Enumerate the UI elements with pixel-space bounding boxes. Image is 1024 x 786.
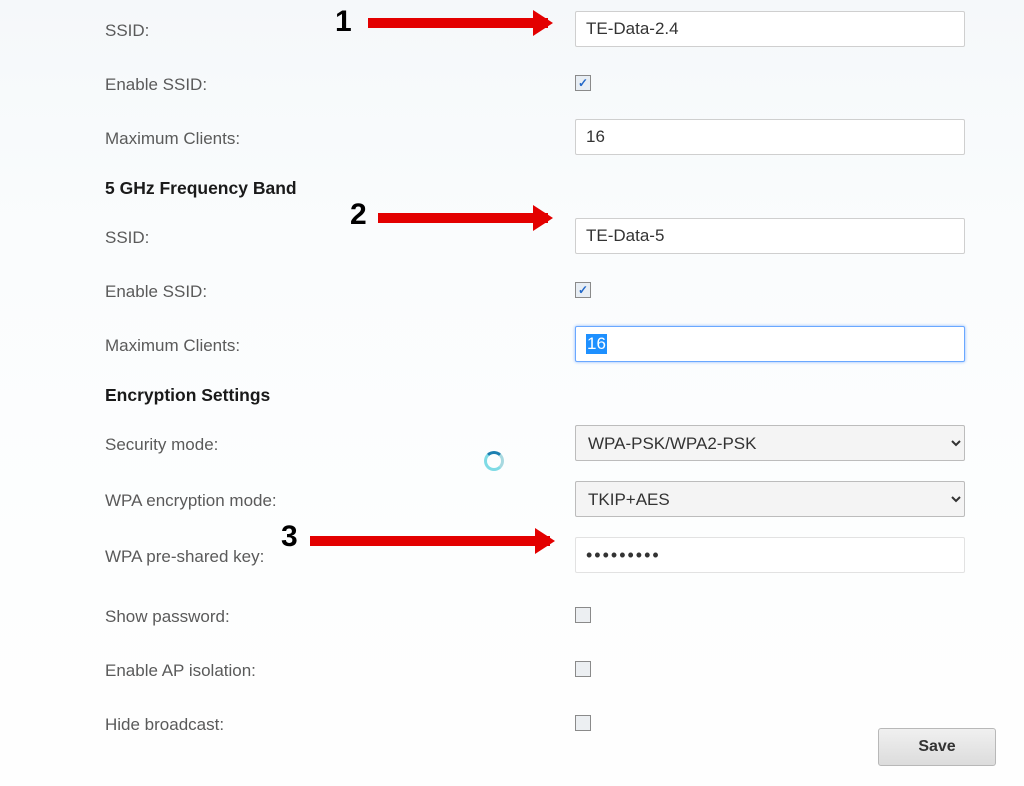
wpa-mode-select[interactable]: TKIP+AES	[575, 481, 965, 517]
psk-label: WPA pre-shared key:	[105, 543, 575, 567]
psk-masked-value: •••••••••	[586, 545, 661, 566]
max-clients-5-input[interactable]: 16	[575, 326, 965, 362]
max-clients-24-input[interactable]	[575, 119, 965, 155]
loading-spinner-icon	[484, 451, 504, 471]
enable-ssid-24-checkbox[interactable]: ✓	[575, 75, 591, 91]
annotation-number-1: 1	[335, 5, 352, 39]
annotation-number-3: 3	[281, 520, 298, 554]
ssid-5-input[interactable]	[575, 218, 965, 254]
band5-header: 5 GHz Frequency Band	[105, 178, 975, 199]
ssid-24-input[interactable]	[575, 11, 965, 47]
psk-input[interactable]: •••••••••	[575, 537, 965, 573]
wpa-mode-label: WPA encryption mode:	[105, 487, 575, 511]
annotation-arrow-3	[310, 536, 550, 546]
annotation-arrow-1	[368, 18, 548, 28]
security-mode-select[interactable]: WPA-PSK/WPA2-PSK	[575, 425, 965, 461]
enable-ssid-5-label: Enable SSID:	[105, 278, 575, 302]
enable-ssid-5-checkbox[interactable]: ✓	[575, 282, 591, 298]
ap-isolation-checkbox[interactable]: ✓	[575, 661, 591, 677]
hide-broadcast-label: Hide broadcast:	[105, 711, 575, 735]
encryption-header: Encryption Settings	[105, 385, 975, 406]
show-password-label: Show password:	[105, 603, 575, 627]
max-clients-24-label: Maximum Clients:	[105, 125, 575, 149]
show-password-checkbox[interactable]: ✓	[575, 607, 591, 623]
enable-ssid-24-label: Enable SSID:	[105, 71, 575, 95]
annotation-number-2: 2	[350, 198, 367, 232]
security-mode-label: Security mode:	[105, 431, 575, 455]
max-clients-5-value: 16	[586, 334, 607, 354]
ap-isolation-label: Enable AP isolation:	[105, 657, 575, 681]
max-clients-5-label: Maximum Clients:	[105, 332, 575, 356]
ssid-5-label: SSID:	[105, 224, 575, 248]
save-button[interactable]: Save	[878, 728, 996, 766]
annotation-arrow-2	[378, 213, 548, 223]
hide-broadcast-checkbox[interactable]: ✓	[575, 715, 591, 731]
